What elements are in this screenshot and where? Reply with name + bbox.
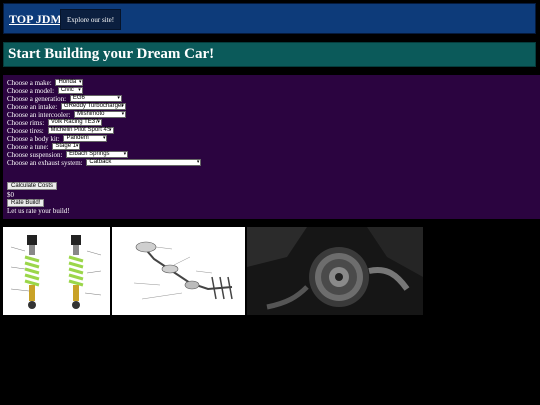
exhaust-row: Choose an exhaust system: Catback ▾ — [7, 159, 202, 167]
suspension-row: Choose suspension: Eibach Springs ▾ — [7, 151, 129, 159]
calculate-costs-button[interactable]: Calculate Costs — [7, 182, 58, 190]
intake-select[interactable]: GReddy Turbocharger ▾ — [60, 103, 126, 110]
chevron-down-icon: ▾ — [78, 79, 82, 85]
tires-select[interactable]: Michelin Pilot Sport 4S ▾ — [47, 127, 114, 134]
model-row: Choose a model: Civic ▾ — [7, 87, 83, 95]
intake-row: Choose an intake: GReddy Turbocharger ▾ — [7, 103, 126, 111]
rate-build-button[interactable]: Rate Build! — [7, 199, 45, 207]
make-label: Choose a make: — [7, 79, 52, 87]
chevron-down-icon: ▾ — [123, 151, 127, 157]
generation-select[interactable]: EG6 ▾ — [69, 95, 122, 102]
chevron-down-icon: ▾ — [78, 87, 81, 93]
rims-label: Choose rims: — [7, 119, 45, 127]
body-kit-select[interactable]: Pandem ▾ — [63, 135, 108, 142]
model-select[interactable]: Civic ▾ — [57, 87, 83, 94]
cost-total: $0 — [7, 191, 14, 199]
body-kit-row: Choose a body kit: Pandem ▾ — [7, 135, 108, 143]
intercooler-row: Choose an intercooler: Mishimoto ▾ — [7, 111, 127, 119]
chevron-down-icon: ▾ — [121, 103, 124, 109]
top-navbar: TOP JDM Explore our site! — [3, 3, 536, 34]
body-kit-label: Choose a body kit: — [7, 135, 60, 143]
make-row: Choose a make: Honda ▾ — [7, 79, 84, 87]
suspension-select[interactable]: Eibach Springs ▾ — [66, 151, 129, 158]
chevron-down-icon: ▾ — [196, 159, 200, 165]
turbocharger-photo-image — [247, 227, 423, 315]
exhaust-label: Choose an exhaust system: — [7, 159, 83, 167]
tune-label: Choose a tune: — [7, 143, 49, 151]
rate-message: Let us rate your build! — [7, 207, 70, 215]
intake-label: Choose an intake: — [7, 103, 58, 111]
chevron-down-icon: ▾ — [108, 127, 112, 133]
tune-row: Choose a tune: Stage 1 ▾ — [7, 143, 81, 151]
chevron-down-icon: ▾ — [117, 95, 120, 101]
build-form: Choose a make: Honda ▾ Choose a model: Ci… — [3, 75, 540, 219]
exhaust-select[interactable]: Catback ▾ — [86, 159, 202, 166]
page-banner: Start Building your Dream Car! — [3, 42, 536, 67]
generation-label: Choose a generation: — [7, 95, 67, 103]
make-select[interactable]: Honda ▾ — [55, 79, 84, 86]
suspension-label: Choose suspension: — [7, 151, 63, 159]
tires-row: Choose tires: Michelin Pilot Sport 4S ▾ — [7, 127, 114, 135]
generation-row: Choose a generation: EG6 ▾ — [7, 95, 122, 103]
explore-button[interactable]: Explore our site! — [60, 9, 122, 30]
rims-select[interactable]: Volk Racing TE37 ▾ — [47, 119, 102, 126]
model-label: Choose a model: — [7, 87, 55, 95]
page-title: Start Building your Dream Car! — [8, 46, 215, 62]
chevron-down-icon: ▾ — [75, 143, 79, 149]
tune-select[interactable]: Stage 1 ▾ — [52, 143, 81, 150]
tires-label: Choose tires: — [7, 127, 44, 135]
exhaust-system-diagram-image — [112, 227, 245, 315]
intercooler-select[interactable]: Mishimoto ▾ — [74, 111, 127, 118]
coilover-suspension-image — [3, 227, 110, 315]
rims-row: Choose rims: Volk Racing TE37 ▾ — [7, 119, 102, 127]
chevron-down-icon: ▾ — [121, 111, 125, 117]
brand-link[interactable]: TOP JDM — [9, 12, 62, 27]
chevron-down-icon: ▾ — [102, 135, 106, 141]
intercooler-label: Choose an intercooler: — [7, 111, 71, 119]
chevron-down-icon: ▾ — [97, 119, 100, 125]
